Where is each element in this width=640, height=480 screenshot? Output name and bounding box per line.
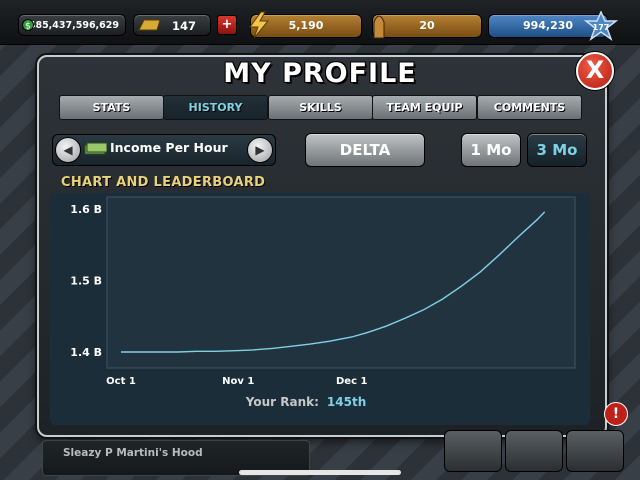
tab-team-equip[interactable]: TEAM EQUIP	[372, 95, 477, 120]
cash-icon: $	[22, 19, 34, 31]
tab-history[interactable]: HISTORY	[163, 95, 268, 120]
section-title: CHART AND LEADERBOARD	[61, 175, 266, 190]
y-tick-label: 1.6 B	[70, 203, 102, 216]
plot-area	[106, 196, 576, 369]
energy-value: 5,190	[288, 19, 324, 32]
lightning-icon	[249, 11, 270, 39]
close-icon: X	[585, 56, 605, 84]
gold-bar-icon	[138, 19, 161, 31]
chevron-left-icon: ◀	[63, 143, 73, 157]
range-1mo-button[interactable]: 1 Mo	[461, 133, 521, 167]
home-indicator	[239, 470, 401, 475]
stat-selector-label: Income Per Hour	[110, 140, 228, 155]
svg-text:$: $	[25, 22, 31, 32]
rank-row: Your Rank: 145th	[0, 395, 612, 409]
tab-stats[interactable]: STATS	[59, 95, 164, 120]
rank-label: Your Rank:	[245, 395, 319, 409]
bullet-icon	[373, 15, 385, 39]
x-tick-label: Nov 1	[222, 376, 254, 387]
x-tick-label: Dec 1	[336, 376, 367, 387]
next-stat-button[interactable]: ▶	[247, 137, 273, 163]
tab-skills[interactable]: SKILLS	[268, 95, 373, 120]
money-stack-icon	[84, 142, 107, 155]
range-3mo-button[interactable]: 3 Mo	[527, 133, 587, 167]
cash-display[interactable]: $485,437,596,629	[18, 14, 126, 36]
notes-button[interactable]	[566, 430, 624, 472]
gold-value: 147	[171, 19, 196, 33]
equipment-button[interactable]	[505, 430, 563, 472]
level-value: 177	[593, 23, 610, 32]
previous-stat-button[interactable]: ◀	[55, 137, 81, 163]
badge-button[interactable]	[444, 430, 502, 472]
chart-panel: 1.4 B 1.5 B 1.6 B Oct 1 Nov 1 Dec 1	[50, 193, 590, 425]
modal-title: MY PROFILE	[223, 58, 417, 89]
y-tick-label: 1.4 B	[70, 346, 102, 359]
stamina-value: 20	[419, 19, 435, 32]
close-button[interactable]: X	[576, 52, 614, 90]
level-star-icon[interactable]: 177	[583, 11, 619, 41]
delta-button[interactable]: DELTA	[305, 133, 425, 167]
tab-comments[interactable]: COMMENTS	[477, 95, 582, 120]
top-hud: $485,437,596,629 $ 147 + 5,190 20 994,23…	[0, 0, 640, 45]
xp-value: 994,230	[522, 19, 574, 32]
cash-value: $485,437,596,629	[22, 20, 119, 31]
add-gold-button[interactable]: +	[217, 15, 237, 35]
income-chart: 1.4 B 1.5 B 1.6 B Oct 1 Nov 1 Dec 1	[70, 196, 576, 387]
y-tick-label: 1.5 B	[70, 275, 102, 288]
rank-value: 145th	[326, 395, 367, 409]
chevron-right-icon: ▶	[255, 143, 265, 157]
hood-name: Sleazy P Martini's Hood	[63, 447, 203, 459]
x-tick-label: Oct 1	[106, 376, 136, 387]
alert-badge[interactable]: !	[604, 402, 628, 426]
